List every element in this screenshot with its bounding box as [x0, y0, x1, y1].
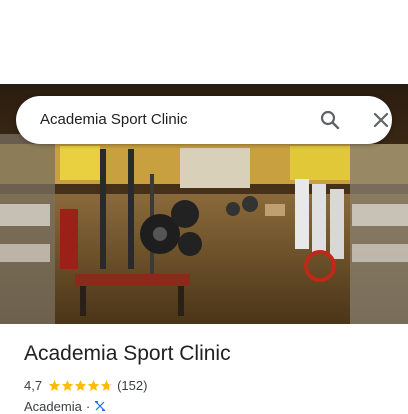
- place-title: Academia Sport Clinic: [24, 342, 231, 365]
- category-label: Academia: [24, 398, 82, 414]
- star-icon: [48, 379, 61, 391]
- separator-dot: ·: [85, 398, 91, 414]
- review-count[interactable]: (152): [117, 378, 147, 393]
- search-input[interactable]: Academia Sport Clinic: [40, 96, 188, 144]
- top-blank-area: [0, 0, 408, 84]
- search-icon[interactable]: [318, 108, 342, 132]
- category-row: Academia ·: [24, 398, 106, 414]
- search-bar[interactable]: Academia Sport Clinic: [16, 96, 392, 144]
- star-icon: [74, 379, 87, 391]
- rating-row[interactable]: 4,7 (152): [24, 376, 147, 394]
- star-icon: [87, 379, 100, 391]
- star-icon: [61, 379, 74, 391]
- rating-stars: [48, 379, 113, 392]
- star-half-icon: [100, 379, 113, 391]
- fitness-icon: [95, 401, 106, 411]
- rating-value: 4,7: [24, 377, 43, 393]
- close-icon[interactable]: [369, 108, 393, 132]
